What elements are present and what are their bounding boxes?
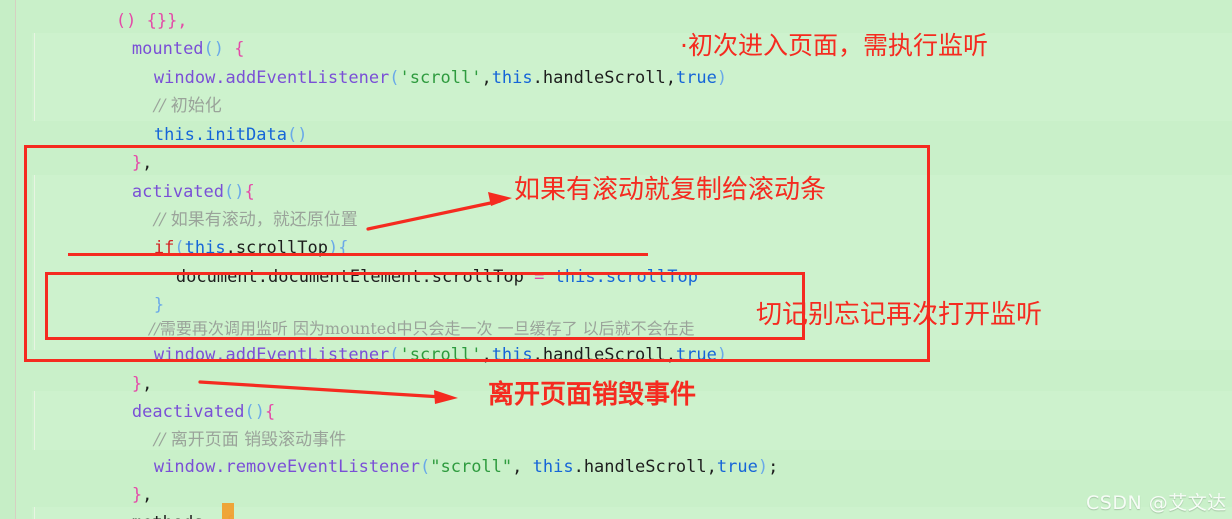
code-token-assign-operator: =: [534, 267, 545, 287]
editor-gutter: [0, 0, 15, 519]
annotation-underline-assign: [68, 253, 648, 256]
code-token-string-scroll: "scroll": [430, 457, 513, 477]
code-line-handlescroll[interactable]: handleScroll(){: [72, 505, 307, 519]
code-token-comma: ,: [481, 68, 492, 88]
code-token-scrolltop: .scrollTop: [595, 267, 698, 287]
code-token-paren-open: (: [389, 345, 400, 365]
code-token-window-addeventlistener: window.addEventListener: [153, 345, 390, 365]
code-editor-surface[interactable]: () {}}, mounted() { window.addEventListe…: [0, 0, 1232, 519]
code-token-string-scroll: 'scroll': [399, 345, 482, 365]
code-token-paren-open: (: [420, 457, 431, 477]
code-token-paren-close: ): [716, 68, 728, 88]
code-token-parens: (): [286, 125, 308, 145]
code-token-this: this: [532, 457, 574, 477]
code-token-true: true: [716, 457, 758, 477]
code-token-handlescroll: .handleScroll: [532, 68, 666, 88]
code-token-comma: ,: [512, 457, 533, 477]
text-cursor-highlight: [222, 503, 234, 519]
indent-guide-3: [34, 391, 35, 450]
code-text-area[interactable]: () {}}, mounted() { window.addEventListe…: [16, 0, 1232, 519]
screenshot-root: () {}}, mounted() { window.addEventListe…: [0, 0, 1232, 519]
indent-guide-2: [34, 175, 35, 350]
code-token-paren-open: (: [389, 68, 400, 88]
code-token-true: true: [675, 68, 717, 88]
code-token-handlescroll: .handleScroll: [532, 345, 666, 365]
annotation-note-scroll-copy: 如果有滚动就复制给滚动条: [514, 175, 827, 205]
code-token-comma2: ,: [665, 68, 676, 88]
code-token-space2: [544, 267, 554, 287]
code-token-string-scroll: 'scroll': [399, 68, 482, 88]
indent-guide-4: [34, 507, 35, 519]
code-token-this: this: [554, 267, 596, 287]
annotation-note-reopen: 切记别忘记再次打开监听: [756, 300, 1043, 330]
code-token-true: true: [675, 345, 717, 365]
code-token-this: this: [491, 68, 533, 88]
code-token-this: this: [153, 125, 195, 145]
code-token-document-scrolltop: document.documentElement.scrollTop: [175, 267, 524, 287]
code-token-handlescroll: .handleScroll: [573, 457, 707, 477]
csdn-watermark: CSDN @艾文达: [1086, 492, 1227, 514]
annotation-note-mounted: ·初次进入页面，需执行监听: [680, 31, 988, 60]
annotation-note-destroy: 离开页面销毁事件: [488, 380, 697, 410]
code-token-comma2: ,: [665, 345, 676, 365]
code-token-paren-close: ): [716, 345, 728, 365]
code-token-this: this: [491, 345, 533, 365]
code-token-semicolon: ;: [768, 457, 779, 477]
code-token-initdata: .initData: [194, 125, 287, 145]
code-token-comma2: ,: [706, 457, 717, 477]
code-token-window-removeeventlistener: window.removeEventListener: [153, 457, 420, 477]
code-token-paren-close: ): [757, 457, 769, 477]
code-token-comma: ,: [481, 345, 492, 365]
